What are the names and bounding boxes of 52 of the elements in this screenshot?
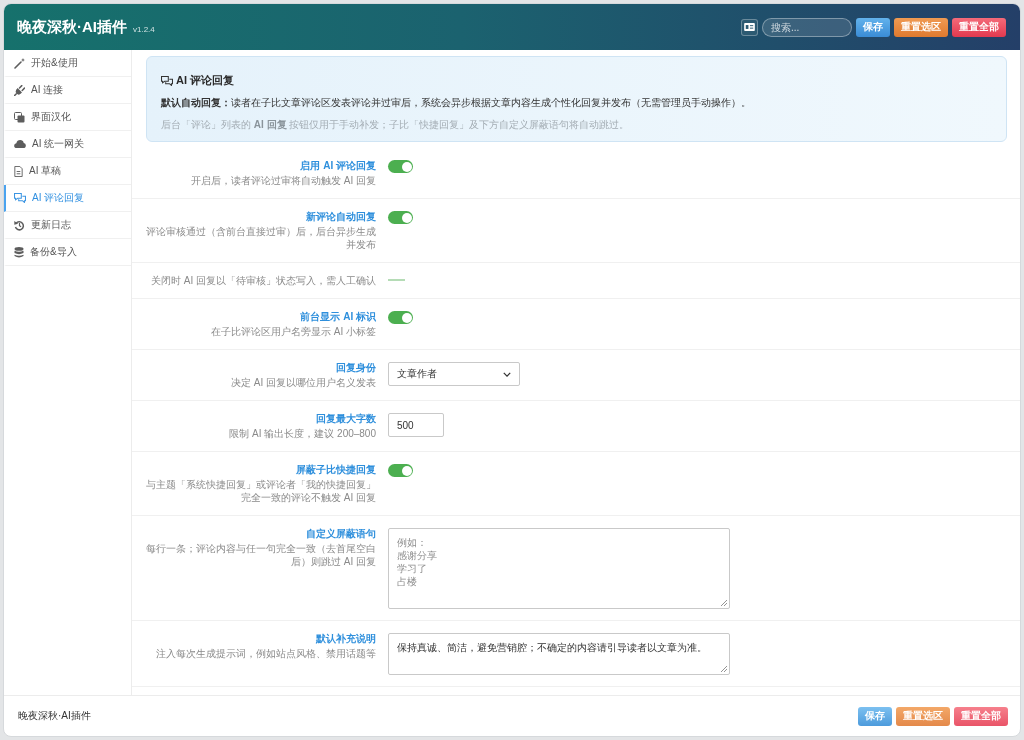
setting-label: 默认补充说明 — [316, 632, 376, 646]
setting-description: 每行一条；评论内容与任一句完全一致（去首尾空白后）则跳过 AI 回复 — [145, 542, 376, 568]
text-area[interactable]: 例如： 感谢分享 学习了 占楼 — [388, 528, 730, 609]
setting-label: 自定义屏蔽语句 — [306, 527, 376, 541]
icon-button[interactable] — [741, 18, 758, 36]
select-dropdown[interactable]: 文章作者 — [388, 362, 520, 386]
setting-label: 新评论自动回复 — [306, 210, 376, 224]
info-title: AI 评论回复 — [176, 73, 235, 88]
chat-icon — [14, 193, 26, 203]
app-title: 晚夜深秋·AI插件 — [17, 17, 127, 37]
number-input[interactable]: 500 — [388, 413, 444, 437]
pages-icon — [14, 111, 25, 123]
setting-description: 与主题「系统快捷回复」或评论者「我的快捷回复」完全一致的评论不触发 AI 回复 — [145, 478, 376, 504]
plug-icon — [14, 84, 25, 96]
setting-description: 关闭时 AI 回复以「待审核」状态写入，需人工确认 — [151, 274, 376, 287]
resize-grip-icon — [721, 666, 727, 672]
placeholder-line: 例如： — [397, 536, 427, 549]
placeholder-line: 感谢分享 — [397, 549, 437, 562]
setting-description: 开启后，读者评论过审将自动触发 AI 回复 — [191, 174, 376, 187]
toggle-switch[interactable] — [388, 160, 413, 173]
placeholder-line: 占楼 — [397, 575, 417, 588]
toggle-switch[interactable] — [388, 211, 413, 224]
setting-description: 决定 AI 回复以哪位用户名义发表 — [231, 376, 376, 389]
text-area[interactable]: 保持真诚、简洁，避免营销腔；不确定的内容请引导读者以文章为准。 — [388, 633, 730, 675]
footer-text: 晚夜深秋·AI插件 — [18, 709, 91, 723]
setting-description: 限制 AI 输出长度，建议 200–800 — [229, 427, 376, 440]
setting-label: 前台显示 AI 标识 — [300, 310, 376, 324]
setting-label: 启用 AI 评论回复 — [300, 159, 376, 173]
info-note: 后台「评论」列表的 AI 回复 按钮仅用于手动补发；子比「快捷回复」及下方自定义屏蔽语句将自动跳过。 — [161, 118, 631, 132]
resize-grip-icon — [721, 600, 727, 606]
setting-label: 屏蔽子比快捷回复 — [296, 463, 376, 477]
cloud-icon — [14, 140, 26, 148]
placeholder-line: 学习了 — [397, 562, 427, 575]
id-card-icon — [744, 23, 755, 31]
line-stub — [388, 279, 405, 281]
setting-description: 注入每次生成提示词，例如站点风格、禁用话题等 — [156, 647, 376, 660]
history-icon — [14, 219, 25, 231]
info-text: 默认自动回复：读者在子比文章评论区发表评论并过审后，系统会异步根据文章内容生成个性化回复并发布（无需管理员手动操作）。 — [161, 96, 752, 110]
chevron-down-icon — [503, 371, 511, 377]
document-icon — [14, 165, 23, 177]
setting-description: 评论审核通过（含前台直接过审）后，后台异步生成并发布 — [145, 225, 376, 251]
database-icon — [14, 246, 24, 258]
setting-label: 回复身份 — [336, 361, 376, 375]
setting-label: 回复最大字数 — [316, 412, 376, 426]
wand-icon — [14, 57, 25, 69]
version-label: v1.2.4 — [133, 24, 155, 34]
sidebar-item[interactable]: AI 评论回复 — [4, 185, 131, 212]
toggle-switch[interactable] — [388, 311, 413, 324]
header-button[interactable]: 重置全部 — [952, 17, 1006, 37]
toggle-switch[interactable] — [388, 464, 413, 477]
setting-description: 在子比评论区用户名旁显示 AI 小标签 — [211, 325, 376, 338]
chat-icon — [161, 75, 173, 86]
